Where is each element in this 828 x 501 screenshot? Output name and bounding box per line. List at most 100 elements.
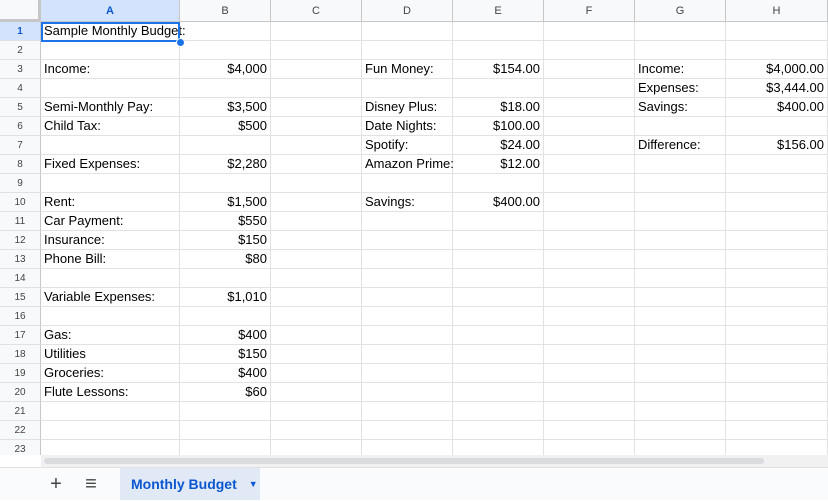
- cell-h22[interactable]: [726, 421, 828, 440]
- cell-f6[interactable]: [544, 117, 635, 136]
- cell-f9[interactable]: [544, 174, 635, 193]
- cell-h19[interactable]: [726, 364, 828, 383]
- cell-e21[interactable]: [453, 402, 544, 421]
- cell-b2[interactable]: [180, 41, 271, 60]
- cell-a1[interactable]: Sample Monthly Budget:: [41, 22, 186, 41]
- cell-c7[interactable]: [271, 136, 362, 155]
- cell-e10[interactable]: $400.00: [453, 193, 544, 212]
- cell-f21[interactable]: [544, 402, 635, 421]
- cell-c17[interactable]: [271, 326, 362, 345]
- cell-d6[interactable]: Date Nights:: [362, 117, 453, 136]
- row-header-20[interactable]: 20: [0, 383, 41, 402]
- column-header-f[interactable]: F: [544, 0, 635, 22]
- cell-b18[interactable]: $150: [180, 345, 271, 364]
- cell-f8[interactable]: [544, 155, 635, 174]
- cell-d21[interactable]: [362, 402, 453, 421]
- cell-e11[interactable]: [453, 212, 544, 231]
- column-header-b[interactable]: B: [180, 0, 271, 22]
- cell-e6[interactable]: $100.00: [453, 117, 544, 136]
- cell-f20[interactable]: [544, 383, 635, 402]
- cell-a17[interactable]: Gas:: [41, 326, 180, 345]
- cell-g22[interactable]: [635, 421, 726, 440]
- row-header-18[interactable]: 18: [0, 345, 41, 364]
- cell-h3[interactable]: $4,000.00: [726, 60, 828, 79]
- cell-f10[interactable]: [544, 193, 635, 212]
- cell-c19[interactable]: [271, 364, 362, 383]
- cell-f2[interactable]: [544, 41, 635, 60]
- cell-b13[interactable]: $80: [180, 250, 271, 269]
- cell-b15[interactable]: $1,010: [180, 288, 271, 307]
- cell-h6[interactable]: [726, 117, 828, 136]
- cell-e2[interactable]: [453, 41, 544, 60]
- cell-b17[interactable]: $400: [180, 326, 271, 345]
- cell-g8[interactable]: [635, 155, 726, 174]
- row-header-16[interactable]: 16: [0, 307, 41, 326]
- row-header-7[interactable]: 7: [0, 136, 41, 155]
- cell-e18[interactable]: [453, 345, 544, 364]
- cell-a14[interactable]: [41, 269, 180, 288]
- cell-g12[interactable]: [635, 231, 726, 250]
- cell-h1[interactable]: [726, 22, 828, 41]
- caret-down-icon[interactable]: ▼: [249, 479, 258, 489]
- cell-f17[interactable]: [544, 326, 635, 345]
- spreadsheet-grid[interactable]: A B C D E F G H 1 Sample Monthly Budget: 2 3 Income:…: [0, 0, 828, 455]
- cell-h11[interactable]: [726, 212, 828, 231]
- select-all-corner[interactable]: [0, 0, 41, 22]
- cell-g23[interactable]: [635, 440, 726, 455]
- cell-f12[interactable]: [544, 231, 635, 250]
- cell-d13[interactable]: [362, 250, 453, 269]
- cell-e12[interactable]: [453, 231, 544, 250]
- cell-e22[interactable]: [453, 421, 544, 440]
- cell-f13[interactable]: [544, 250, 635, 269]
- cell-b12[interactable]: $150: [180, 231, 271, 250]
- row-header-8[interactable]: 8: [0, 155, 41, 174]
- cell-a13[interactable]: Phone Bill:: [41, 250, 180, 269]
- cell-c22[interactable]: [271, 421, 362, 440]
- cell-e8[interactable]: $12.00: [453, 155, 544, 174]
- all-sheets-button[interactable]: ≡: [75, 468, 107, 501]
- cell-d3[interactable]: Fun Money:: [362, 60, 453, 79]
- cell-e5[interactable]: $18.00: [453, 98, 544, 117]
- cell-e7[interactable]: $24.00: [453, 136, 544, 155]
- cell-c5[interactable]: [271, 98, 362, 117]
- cell-e23[interactable]: [453, 440, 544, 455]
- row-header-4[interactable]: 4: [0, 79, 41, 98]
- cell-a8[interactable]: Fixed Expenses:: [41, 155, 180, 174]
- cell-f19[interactable]: [544, 364, 635, 383]
- cell-d11[interactable]: [362, 212, 453, 231]
- cell-c14[interactable]: [271, 269, 362, 288]
- cell-g3[interactable]: Income:: [635, 60, 726, 79]
- row-header-2[interactable]: 2: [0, 41, 41, 60]
- cell-b23[interactable]: [180, 440, 271, 455]
- cell-g15[interactable]: [635, 288, 726, 307]
- cell-d4[interactable]: [362, 79, 453, 98]
- cell-f1[interactable]: [544, 22, 635, 41]
- cell-f4[interactable]: [544, 79, 635, 98]
- cell-c15[interactable]: [271, 288, 362, 307]
- cell-b9[interactable]: [180, 174, 271, 193]
- cell-d8[interactable]: Amazon Prime:: [362, 155, 454, 174]
- cell-b10[interactable]: $1,500: [180, 193, 271, 212]
- cell-e16[interactable]: [453, 307, 544, 326]
- row-header-22[interactable]: 22: [0, 421, 41, 440]
- cell-b22[interactable]: [180, 421, 271, 440]
- row-header-17[interactable]: 17: [0, 326, 41, 345]
- cell-e1[interactable]: [453, 22, 544, 41]
- cell-c3[interactable]: [271, 60, 362, 79]
- cell-e17[interactable]: [453, 326, 544, 345]
- cell-g7[interactable]: Difference:: [635, 136, 726, 155]
- cell-h18[interactable]: [726, 345, 828, 364]
- row-header-10[interactable]: 10: [0, 193, 41, 212]
- cell-e15[interactable]: [453, 288, 544, 307]
- cell-a10[interactable]: Rent:: [41, 193, 180, 212]
- column-header-g[interactable]: G: [635, 0, 726, 22]
- row-header-14[interactable]: 14: [0, 269, 41, 288]
- cell-d7[interactable]: Spotify:: [362, 136, 453, 155]
- cell-b11[interactable]: $550: [180, 212, 271, 231]
- cell-c8[interactable]: [271, 155, 362, 174]
- cell-d10[interactable]: Savings:: [362, 193, 453, 212]
- cell-c18[interactable]: [271, 345, 362, 364]
- horizontal-scrollbar-thumb[interactable]: [44, 458, 764, 464]
- cell-a20[interactable]: Flute Lessons:: [41, 383, 180, 402]
- row-header-1[interactable]: 1: [0, 22, 41, 41]
